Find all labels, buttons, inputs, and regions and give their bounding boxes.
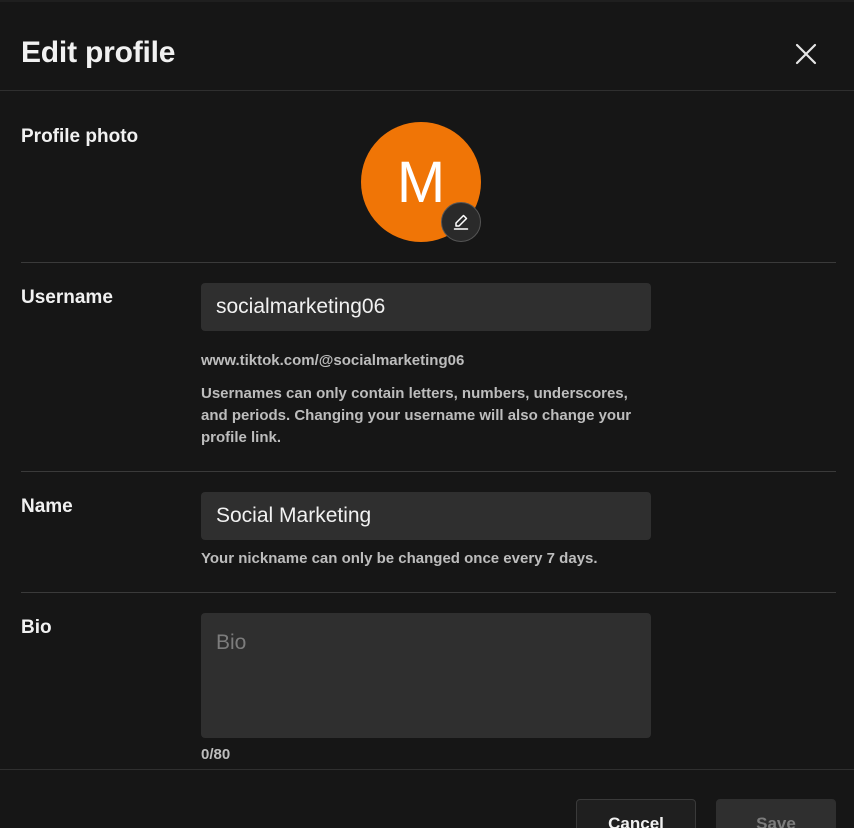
modal-header: Edit profile: [0, 0, 854, 91]
bio-counter: 0/80: [201, 746, 231, 763]
close-button[interactable]: [790, 38, 822, 70]
divider-3: [21, 592, 836, 593]
close-icon: [795, 43, 817, 65]
divider-1: [21, 262, 836, 263]
modal-title: Edit profile: [21, 36, 176, 69]
edit-profile-modal: Edit profile Profile photo M Username ww…: [0, 0, 854, 828]
username-hint: Usernames can only contain letters, numb…: [201, 385, 632, 446]
username-label: Username: [21, 287, 113, 308]
cancel-button[interactable]: Cancel: [576, 799, 696, 828]
bio-textarea[interactable]: [201, 613, 651, 738]
avatar-letter: M: [396, 150, 446, 215]
name-label: Name: [21, 496, 73, 517]
name-input[interactable]: [201, 492, 651, 540]
pencil-icon: [453, 214, 469, 230]
profile-photo-label: Profile photo: [21, 126, 139, 147]
profile-url: www.tiktok.com/@socialmarketing06: [201, 352, 465, 369]
username-input[interactable]: [201, 283, 651, 331]
name-hint: Your nickname can only be changed once e…: [201, 550, 598, 567]
edit-photo-button[interactable]: [441, 202, 481, 242]
save-button[interactable]: Save: [716, 799, 836, 828]
footer-divider: [0, 769, 854, 770]
divider-2: [21, 471, 836, 472]
bio-label: Bio: [21, 617, 52, 638]
